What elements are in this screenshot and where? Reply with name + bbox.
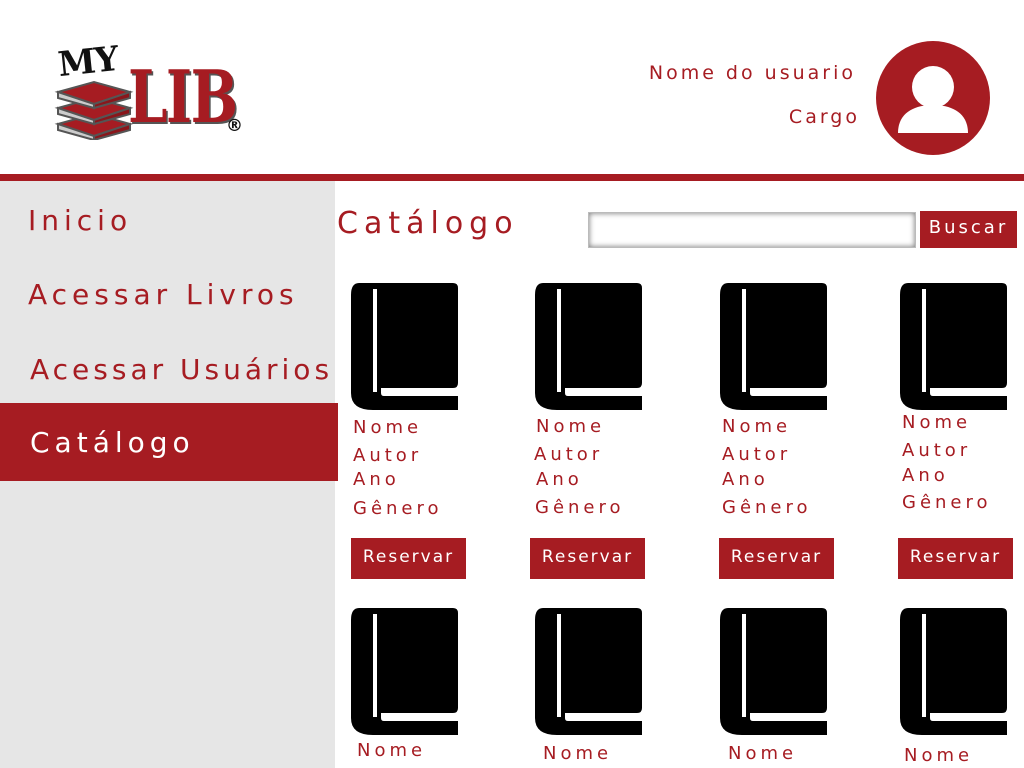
logo-prefix: MY [56, 38, 120, 86]
book-card: Nome Autor Ano Gênero Reservar [898, 283, 1024, 603]
book-icon [351, 608, 458, 735]
sidebar-item-label: Acessar Usuários [30, 352, 334, 386]
sidebar-item-acessar-usuarios[interactable]: Acessar Usuários [0, 330, 338, 408]
sidebar-item-label: Inicio [28, 203, 133, 237]
header-divider [0, 174, 1024, 181]
book-card: Nome [900, 608, 1024, 768]
book-title: Nome [728, 743, 798, 764]
book-genre: Gênero [722, 497, 812, 518]
sidebar-item-label: Acessar Livros [28, 277, 299, 311]
page-title: Catálogo [337, 206, 519, 241]
user-name: Nome do usuario [648, 62, 856, 84]
book-card: Nome Autor Ano Gênero Reservar [530, 283, 662, 603]
user-role: Cargo [788, 106, 860, 128]
book-icon [535, 283, 642, 410]
book-icon [535, 608, 642, 735]
book-author: Autor [353, 445, 423, 466]
book-card: Nome Autor Ano Gênero Reservar [351, 283, 481, 603]
reserve-button[interactable]: Reservar [898, 538, 1013, 579]
book-year: Ano [536, 469, 583, 490]
reserve-button[interactable]: Reservar [351, 538, 466, 579]
book-year: Ano [722, 469, 769, 490]
app-header: MY LIB ® Nome do usuario Cargo [0, 0, 1024, 174]
book-genre: Gênero [902, 492, 992, 513]
book-genre: Gênero [535, 497, 625, 518]
book-author: Autor [534, 444, 604, 465]
book-title: Nome [722, 416, 792, 437]
book-author: Autor [722, 444, 792, 465]
book-title: Nome [902, 412, 972, 433]
sidebar-item-catalogo[interactable]: Catálogo [0, 403, 338, 481]
reserve-button[interactable]: Reservar [530, 538, 645, 579]
book-icon [351, 283, 458, 410]
book-year: Ano [353, 469, 400, 490]
book-author: Autor [902, 440, 972, 461]
book-icon [900, 283, 1007, 410]
user-avatar-icon [898, 66, 968, 133]
book-title: Nome [353, 417, 423, 438]
logo-name: LIB [128, 54, 238, 139]
book-icon [720, 608, 827, 735]
book-title: Nome [536, 416, 606, 437]
book-title: Nome [543, 743, 613, 764]
book-card: Nome [535, 608, 665, 768]
user-avatar[interactable] [876, 41, 990, 155]
book-card: Nome Autor Ano Gênero Reservar [719, 283, 850, 603]
registered-mark: ® [226, 116, 243, 136]
reserve-button[interactable]: Reservar [719, 538, 834, 579]
book-card: Nome [720, 608, 850, 768]
mylib-logo[interactable]: MY LIB ® [54, 38, 254, 140]
book-title: Nome [904, 745, 974, 766]
book-year: Ano [902, 465, 949, 486]
book-genre: Gênero [353, 498, 443, 519]
book-icon [720, 283, 827, 410]
book-card: Nome [351, 608, 481, 768]
book-title: Nome [357, 740, 427, 761]
book-icon [900, 608, 1007, 735]
search-input[interactable] [588, 212, 916, 248]
sidebar-item-acessar-livros[interactable]: Acessar Livros [0, 255, 338, 333]
sidebar-item-label: Catálogo [30, 425, 195, 459]
search-button[interactable]: Buscar [920, 211, 1017, 248]
sidebar-item-inicio[interactable]: Inicio [0, 181, 338, 259]
